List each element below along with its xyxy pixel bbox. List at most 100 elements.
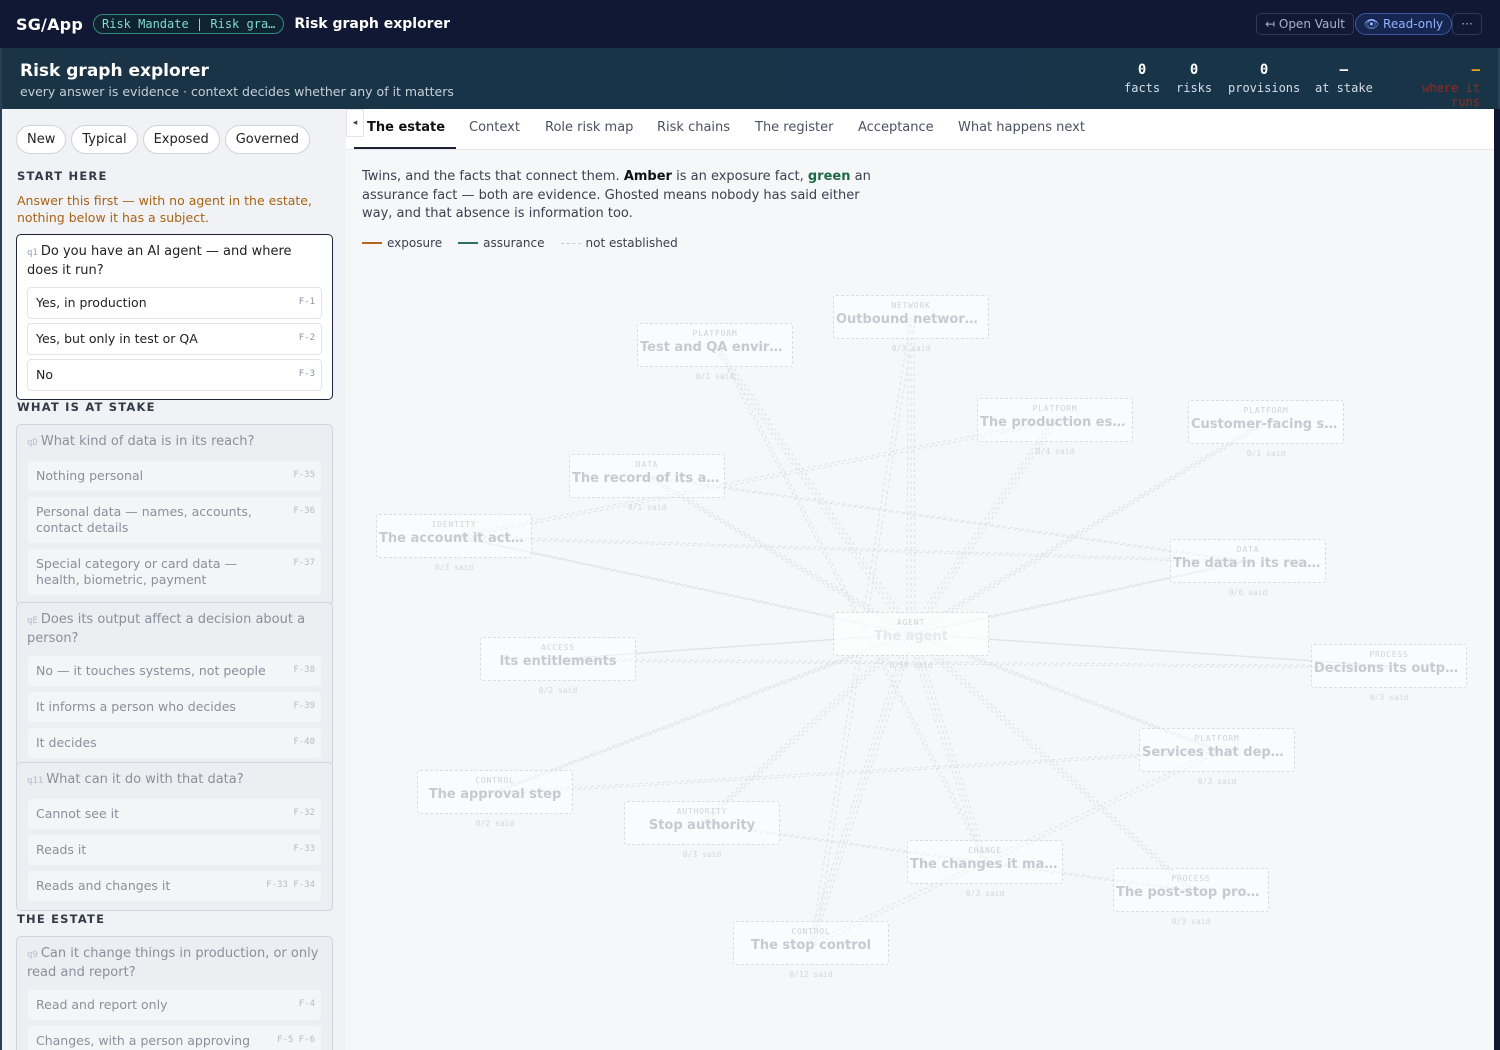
graph-edge <box>646 475 912 635</box>
option-nothing-personal[interactable]: Nothing personal F-35 <box>27 460 322 492</box>
node-title: Services that depend… <box>1142 745 1294 760</box>
graph-node-network[interactable]: NETWORK Outbound network acc… 0/3 said <box>833 295 989 353</box>
tab-what-happens-next[interactable]: What happens next <box>958 120 1085 135</box>
node-said-count: 0/3 said <box>682 850 722 859</box>
graph-edge <box>649 475 916 635</box>
option-yes-test[interactable]: Yes, but only in test or QA F-2 <box>27 323 322 355</box>
tab-context[interactable]: Context <box>469 120 520 135</box>
node-kind: AUTHORITY <box>676 807 728 816</box>
option-informs-person[interactable]: It informs a person who decides F-39 <box>27 691 322 723</box>
tab-role-risk-map[interactable]: Role risk map <box>545 120 633 135</box>
read-only-badge[interactable]: 👁 Read-only <box>1355 13 1453 35</box>
option-reads-it[interactable]: Reads it F-33 <box>27 834 322 866</box>
stat-value: — <box>1471 62 1480 78</box>
tab-acceptance[interactable]: Acceptance <box>858 120 934 135</box>
node-title: Test and QA environm… <box>640 340 792 355</box>
open-vault-button[interactable]: ↤ Open Vault <box>1256 13 1355 35</box>
graph-edge <box>913 316 916 635</box>
legend-label: exposure <box>387 236 443 250</box>
option-label: No — it touches systems, not people <box>36 663 266 678</box>
graph-node-access[interactable]: ACCESS Its entitlements 0/2 said <box>480 637 636 695</box>
graph-node-platform[interactable]: PLATFORM Test and QA environm… 0/1 said <box>637 323 793 381</box>
option-label: No <box>36 367 53 382</box>
option-it-decides[interactable]: It decides F-40 <box>27 727 322 759</box>
graph-edge <box>714 344 986 863</box>
node-said-count: 0/59 said <box>889 661 933 670</box>
stat-value: — <box>1339 62 1349 78</box>
preset-chips: New Typical Exposed Governed <box>16 125 311 154</box>
node-said-count: 0/1 said <box>627 503 667 512</box>
intro-text: Twins, and the facts that connect them. <box>362 169 624 184</box>
node-said-count: 0/3 said <box>1197 777 1237 786</box>
fact-id: F-3 <box>298 369 315 379</box>
preset-governed[interactable]: Governed <box>224 125 311 154</box>
graph-node-control[interactable]: CONTROL The stop control 0/12 said <box>733 921 889 979</box>
graph-node-platform[interactable]: PLATFORM Customer-facing syst… 0/1 said <box>1188 400 1344 458</box>
option-reads-changes[interactable]: Reads and changes it F-33 F-34 <box>27 870 322 902</box>
legend-label: assurance <box>483 236 545 250</box>
option-touches-systems[interactable]: No — it touches systems, not people F-38 <box>27 655 322 687</box>
graph-node-identity[interactable]: IDENTITY The account it acts … 0/3 said <box>376 514 532 572</box>
stat-value: 0 <box>1259 62 1269 78</box>
preset-exposed[interactable]: Exposed <box>142 125 220 154</box>
graph-node-control[interactable]: CONTROL The approval step 0/2 said <box>417 770 573 828</box>
tab-the-estate[interactable]: The estate <box>367 120 445 135</box>
node-kind: CONTROL <box>791 927 831 936</box>
option-cannot-see[interactable]: Cannot see it F-32 <box>27 798 322 830</box>
option-label: Reads and changes it <box>36 878 171 893</box>
not-established-swatch <box>560 242 581 244</box>
legend-exposure: exposure <box>362 236 442 250</box>
node-title: The approval step <box>428 787 562 802</box>
question-id: q9 <box>27 950 38 960</box>
graph-node-process[interactable]: PROCESS The post-stop proced… 0/3 said <box>1113 868 1269 926</box>
graph-node-data[interactable]: DATA The record of its ac… 0/1 said <box>569 454 725 512</box>
option-no[interactable]: No F-3 <box>27 359 322 391</box>
fact-id: F-4 <box>298 999 315 1009</box>
graph-edge <box>457 421 1060 539</box>
question-id: q11 <box>27 776 44 786</box>
graph-edge <box>457 537 1253 564</box>
question-qD: qD What kind of data is in its reach? Not… <box>16 424 333 605</box>
graph-node-authority[interactable]: AUTHORITY Stop authority 0/3 said <box>624 801 780 859</box>
node-said-count: 0/2 said <box>475 819 515 828</box>
graph-node-platform[interactable]: PLATFORM Services that depend… 0/3 said <box>1139 728 1295 786</box>
option-label: Cannot see it <box>36 806 119 821</box>
graph-edge <box>494 749 1218 793</box>
graph-node-platform[interactable]: PLATFORM The production estate 0/4 said <box>977 398 1133 456</box>
preset-new[interactable]: New <box>16 125 67 154</box>
tab-risk-chains[interactable]: Risk chains <box>657 120 730 135</box>
intro-amber: Amber <box>623 169 672 184</box>
graph-node-data[interactable]: DATA The data in its reach 0/6 said <box>1170 539 1326 597</box>
question-label: Does its output affect a decision about … <box>27 612 306 646</box>
questionnaire-panel: New Typical Exposed Governed START HERE … <box>0 109 346 1050</box>
node-title: The production estate <box>980 415 1132 430</box>
preset-typical[interactable]: Typical <box>71 125 138 154</box>
question-q11: q11 What can it do with that data? Cannot… <box>16 762 333 911</box>
active-tab-indicator <box>354 147 456 149</box>
legend-not-established: not established <box>560 236 678 250</box>
breadcrumb[interactable]: Risk Mandate | Risk gra… <box>93 14 285 34</box>
collapse-panel-icon[interactable]: ◂ <box>346 109 364 137</box>
graph-node-change[interactable]: CHANGE The changes it makes 0/3 said <box>907 840 1063 898</box>
option-changes-approving[interactable]: Changes, with a person approving each on… <box>27 1025 322 1050</box>
node-said-count: 0/1 said <box>695 372 735 381</box>
question-text: qD What kind of data is in its reach? <box>17 425 332 456</box>
question-q9: q9 Can it change things in production, or… <box>16 936 333 1050</box>
node-title: Its entitlements <box>499 654 617 669</box>
graph-edge <box>718 346 990 865</box>
option-special-category[interactable]: Special category or card data — health, … <box>27 548 322 596</box>
option-read-report[interactable]: Read and report only F-4 <box>27 989 322 1021</box>
graph-node-process[interactable]: PROCESS Decisions its output… 0/3 said <box>1311 644 1467 702</box>
question-qE: qE Does its output affect a decision abou… <box>16 602 333 768</box>
fact-id: F-1 <box>298 297 315 307</box>
node-kind: PLATFORM <box>1032 404 1078 413</box>
app-brand[interactable]: SG/App <box>16 15 83 34</box>
more-menu-button[interactable]: ··· <box>1452 13 1482 35</box>
graph-edge <box>453 535 1249 562</box>
graph-node-agent[interactable]: AGENT The agent 0/59 said <box>833 612 989 670</box>
node-said-count: 0/4 said <box>1035 447 1075 456</box>
option-personal-data[interactable]: Personal data — names, accounts, contact… <box>27 496 322 544</box>
tab-the-register[interactable]: The register <box>755 120 833 135</box>
option-yes-production[interactable]: Yes, in production F-1 <box>27 287 322 319</box>
node-said-count: 0/2 said <box>538 686 578 695</box>
